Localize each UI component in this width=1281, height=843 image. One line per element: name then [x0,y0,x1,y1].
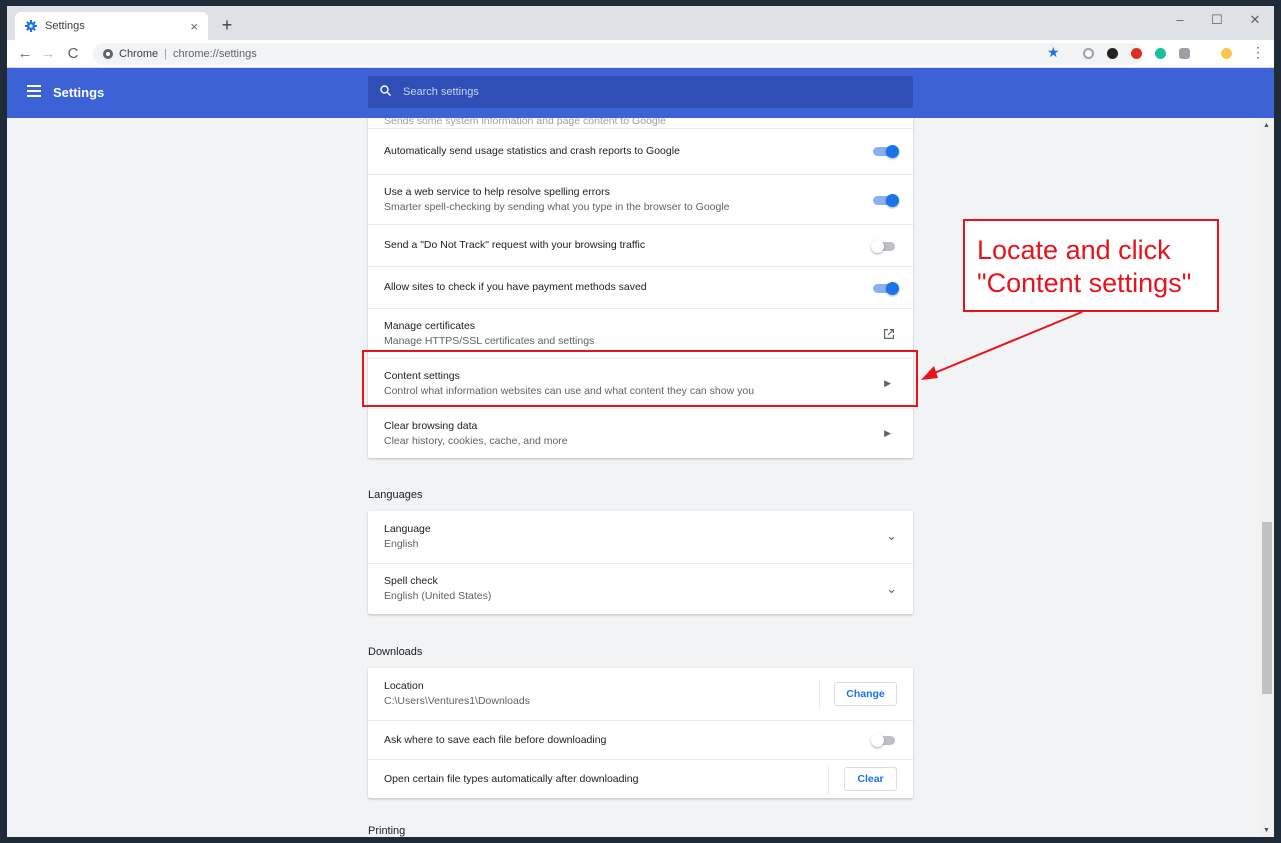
minimize-button[interactable]: – [1165,10,1195,30]
row-label: Spell check [384,575,438,587]
language-row[interactable]: Language English ⌄ [368,511,913,563]
row-label: Use a web service to help resolve spelli… [384,185,610,198]
clear-browsing-data-row[interactable]: Clear browsing data Clear history, cooki… [368,408,913,458]
address-bar[interactable]: Chrome | chrome://settings [93,43,1143,65]
search-icon [380,85,391,99]
forward-icon[interactable]: → [38,44,58,64]
row-label: Manage certificates [384,319,476,332]
page-title: Settings [53,85,105,100]
row-label: Language [384,523,431,535]
scroll-thumb[interactable] [1262,522,1272,694]
gear-icon [25,20,37,32]
extension-dark-icon[interactable] [1107,48,1118,59]
annotation-line-2: "Content settings" [977,268,1192,298]
chevron-down-icon[interactable]: ⌄ [886,581,897,597]
tab-close-icon[interactable]: × [190,19,198,34]
maximize-button[interactable]: ☐ [1202,10,1232,30]
tab-title: Settings [45,20,85,32]
change-button[interactable]: Change [834,682,897,706]
row-label: Send a "Do Not Track" request with your … [384,239,646,251]
downloads-card: Location C:\Users\Ventures1\Downloads Ch… [368,668,913,798]
chevron-down-icon[interactable]: ⌄ [886,528,897,544]
spell-check-row[interactable]: Spell check English (United States) ⌄ [368,563,913,614]
row-label: Allow sites to check if you have payment… [384,281,647,293]
payment-methods-toggle[interactable] [873,282,899,295]
menu-kebab-icon[interactable]: ⋮ [1251,44,1265,61]
avatar[interactable] [1221,48,1232,59]
search-placeholder: Search settings [403,86,479,98]
hamburger-menu-icon[interactable] [27,85,41,97]
toolbar: ← → C Chrome | chrome://settings ★ ⋮ [7,40,1274,68]
row-description: Manage HTTPS/SSL certificates and settin… [384,334,595,347]
downloads-heading: Downloads [368,646,423,658]
clear-button[interactable]: Clear [844,767,897,791]
browser-window: Settings × + – ☐ ✕ ← → C Chrome | chrome… [7,6,1274,837]
omnibox-separator: | [164,48,167,60]
row-description: Clear history, cookies, cache, and more [384,434,568,447]
page-scrollbar[interactable]: ▲ ▼ [1260,118,1274,837]
row-label: Ask where to save each file before downl… [384,733,607,746]
row-label: Automatically send usage statistics and … [384,145,680,157]
row-label: Open certain file types automatically af… [384,772,639,785]
site-chip: Chrome [119,48,159,60]
spelling-service-row[interactable]: Use a web service to help resolve spelli… [368,174,913,224]
row-label: Clear browsing data [384,419,478,432]
divider [819,680,820,708]
grammarly-icon[interactable] [1155,48,1166,59]
chevron-right-icon: ▶ [884,428,891,438]
scroll-up-icon[interactable]: ▲ [1263,122,1270,129]
new-tab-button[interactable]: + [217,14,237,36]
languages-heading: Languages [368,489,423,501]
tab-settings[interactable]: Settings × [15,12,208,40]
ask-where-to-save-toggle[interactable] [871,734,897,747]
row-description: Smarter spell-checking by sending what y… [384,200,730,213]
bookmark-star-icon[interactable]: ★ [1047,44,1060,61]
row-description: English (United States) [384,590,492,602]
shield-icon[interactable] [1179,48,1190,59]
annotation-callout: Locate and click "Content settings" [963,219,1219,312]
do-not-track-toggle[interactable] [871,240,897,253]
privacy-card: Sends some system information and page c… [368,118,913,458]
row-label: Sends some system information and page c… [384,118,666,127]
annotation-line-1: Locate and click [977,235,1171,265]
chrome-icon [103,49,113,59]
payment-methods-row[interactable]: Allow sites to check if you have payment… [368,266,913,308]
settings-header: Settings Search settings [7,68,1274,118]
row-description: English [384,538,419,550]
usage-stats-row[interactable]: Automatically send usage statistics and … [368,128,913,174]
scroll-down-icon[interactable]: ▼ [1263,827,1270,834]
extension-circle-icon[interactable] [1083,48,1094,59]
system-info-row: Sends some system information and page c… [368,118,913,128]
download-location-row: Location C:\Users\Ventures1\Downloads Ch… [368,668,913,720]
languages-card: Language English ⌄ Spell check English (… [368,511,913,614]
tab-strip: Settings × + – ☐ ✕ [7,6,1274,40]
reload-icon[interactable]: C [63,44,83,64]
usage-stats-toggle[interactable] [873,145,899,158]
spelling-service-toggle[interactable] [873,194,899,207]
search-input[interactable]: Search settings [368,76,913,108]
open-in-new-icon [884,329,894,339]
close-window-button[interactable]: ✕ [1240,10,1270,30]
divider [828,766,829,794]
open-file-types-row: Open certain file types automatically af… [368,759,913,798]
do-not-track-row[interactable]: Send a "Do Not Track" request with your … [368,224,913,266]
back-icon[interactable]: ← [15,44,35,64]
ask-where-to-save-row[interactable]: Ask where to save each file before downl… [368,720,913,759]
printing-heading: Printing [368,825,406,837]
adblock-icon[interactable] [1131,48,1142,59]
content-settings-highlight [362,350,918,407]
url-text: chrome://settings [172,48,257,60]
